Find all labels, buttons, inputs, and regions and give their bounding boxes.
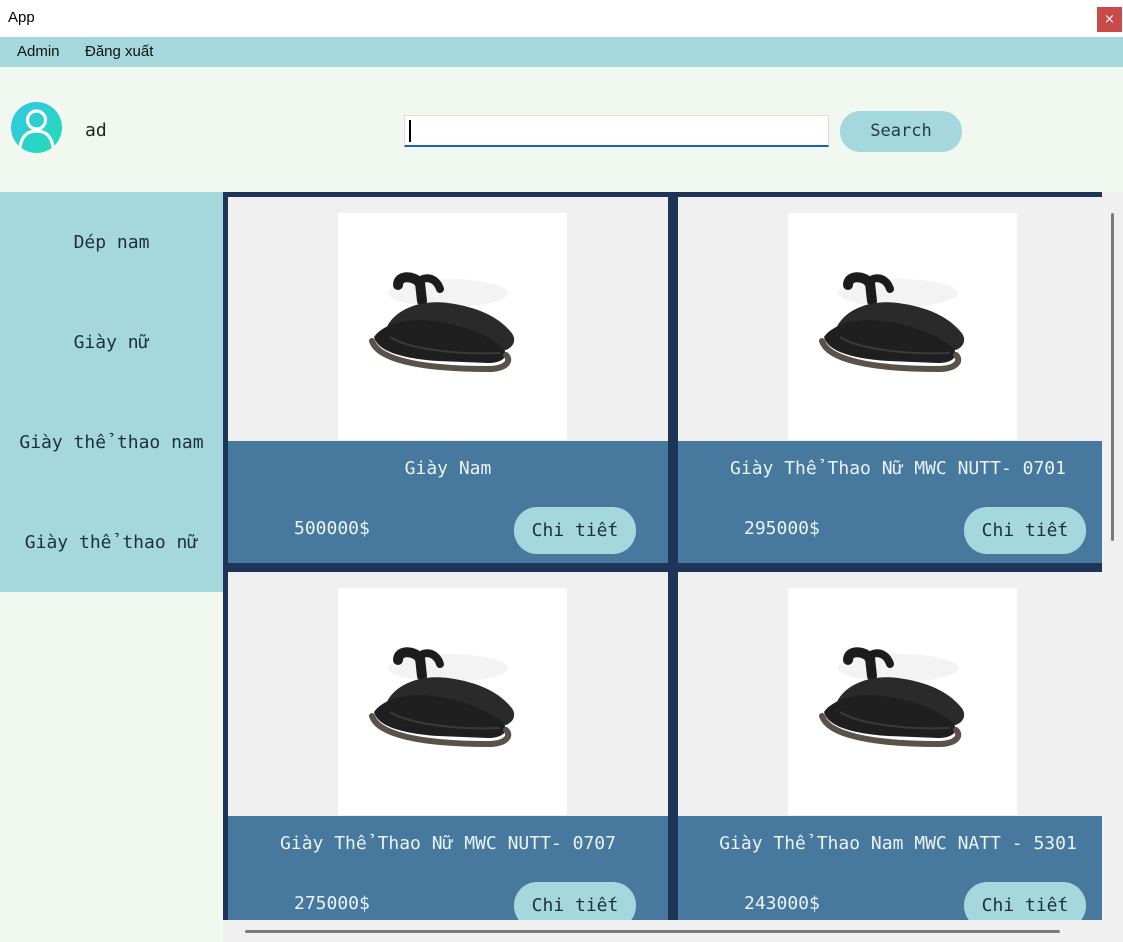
product-image [338, 213, 567, 440]
search-button[interactable]: Search [840, 111, 962, 152]
product-card: Giày Nam 500000$ Chi tiết [228, 197, 668, 563]
product-card: Giày Thể Thao Nữ MWC NUTT- 0701 295000$ … [678, 197, 1102, 563]
close-button[interactable]: × [1097, 7, 1122, 32]
sidebar-item-giay-nu[interactable]: Giày nữ [0, 292, 223, 392]
detail-button[interactable]: Chi tiết [514, 882, 636, 920]
product-price: 275000$ [294, 893, 370, 914]
product-name: Giày Thể Thao Nữ MWC NUTT- 0701 [730, 458, 1066, 479]
product-price: 243000$ [744, 893, 820, 914]
window-title: App [8, 9, 35, 26]
product-info: Giày Thể Thao Nữ MWC NUTT- 0707 275000$ … [228, 816, 668, 920]
product-card: Giày Thể Thao Nữ MWC NUTT- 0707 275000$ … [228, 572, 668, 920]
product-name: Giày Nam [404, 458, 492, 479]
title-bar: App × [0, 0, 1123, 37]
product-info: Giày Nam 500000$ Chi tiết [228, 441, 668, 563]
detail-button[interactable]: Chi tiết [514, 507, 636, 554]
detail-button[interactable]: Chi tiết [964, 882, 1086, 920]
menu-bar: Admin Đăng xuất [0, 37, 1123, 67]
product-card: Giày Thể Thao Nam MWC NATT - 5301 243000… [678, 572, 1102, 920]
sidebar-empty-area [0, 592, 223, 942]
product-price: 500000$ [294, 518, 370, 539]
text-cursor [409, 120, 411, 142]
product-image [788, 213, 1017, 440]
horizontal-scroll-thumb[interactable] [245, 930, 1060, 933]
search-input[interactable] [404, 115, 829, 147]
user-avatar-icon [11, 102, 62, 153]
sidebar-item-giay-the-thao-nam[interactable]: Giày thể thao nam [0, 392, 223, 492]
header: ad Search [0, 67, 1123, 192]
product-info: Giày Thể Thao Nữ MWC NUTT- 0701 295000$ … [678, 441, 1102, 563]
product-grid: Giày Nam 500000$ Chi tiết Giày Thể Thao … [223, 192, 1102, 920]
category-sidebar: Dép nam Giày nữ Giày thể thao nam Giày t… [0, 192, 223, 592]
menu-item-admin[interactable]: Admin [17, 43, 60, 60]
menu-item-logout[interactable]: Đăng xuất [85, 43, 153, 60]
product-name: Giày Thể Thao Nam MWC NATT - 5301 [719, 833, 1077, 854]
product-price: 295000$ [744, 518, 820, 539]
product-name: Giày Thể Thao Nữ MWC NUTT- 0707 [280, 833, 616, 854]
product-info: Giày Thể Thao Nam MWC NATT - 5301 243000… [678, 816, 1102, 920]
product-image [788, 588, 1017, 815]
vertical-scroll-thumb[interactable] [1111, 213, 1114, 541]
product-image [338, 588, 567, 815]
sidebar-item-giay-the-thao-nu[interactable]: Giày thể thao nữ [0, 492, 223, 592]
username-label: ad [85, 120, 107, 141]
sidebar-item-dep-nam[interactable]: Dép nam [0, 192, 223, 292]
detail-button[interactable]: Chi tiết [964, 507, 1086, 554]
